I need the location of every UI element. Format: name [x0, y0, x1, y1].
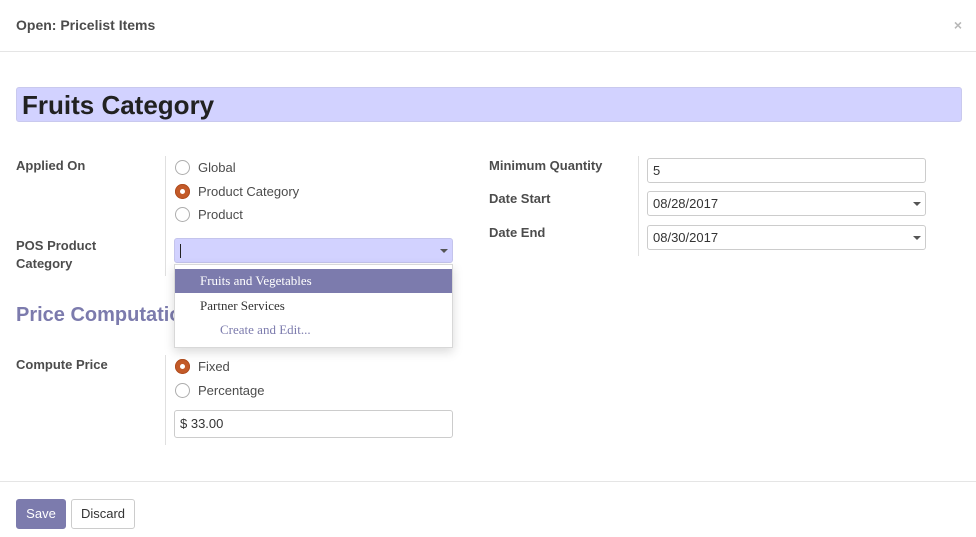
radio-label: Product Category [198, 183, 300, 199]
chevron-down-icon[interactable] [913, 202, 921, 206]
dialog-header: Open: Pricelist Items × [0, 0, 976, 52]
pos-category-label: POS Product Category [16, 237, 96, 273]
date-end-label: Date End [489, 225, 546, 240]
date-start-value: 08/28/2017 [653, 196, 719, 211]
date-end-value: 08/30/2017 [653, 230, 719, 245]
radio-unchecked-icon[interactable] [175, 206, 190, 222]
discard-button[interactable]: Discard [71, 499, 135, 529]
dropdown-item-partner-services[interactable]: Partner Services [175, 294, 452, 318]
radio-unchecked-icon[interactable] [175, 382, 190, 398]
field-divider [165, 156, 166, 276]
radio-checked-icon[interactable] [175, 183, 190, 199]
radio-label: Fixed [198, 358, 230, 374]
radio-checked-icon[interactable] [175, 358, 190, 374]
min-qty-input[interactable]: 5 [647, 158, 926, 183]
fixed-price-input[interactable]: $ 33.00 [174, 410, 453, 438]
field-divider [638, 156, 639, 256]
radio-label: Global [198, 159, 236, 175]
pos-category-input[interactable] [174, 238, 453, 263]
chevron-down-icon[interactable] [913, 236, 921, 240]
radio-product[interactable]: Product [175, 205, 243, 223]
radio-product-category[interactable]: Product Category [175, 182, 299, 200]
radio-unchecked-icon[interactable] [175, 159, 190, 175]
pos-category-label-line2: Category [16, 256, 73, 271]
date-end-input[interactable]: 08/30/2017 [647, 225, 926, 250]
pos-category-label-line1: POS Product [16, 238, 97, 253]
pos-category-dropdown: Fruits and Vegetables Partner Services C… [174, 264, 453, 348]
radio-percentage[interactable]: Percentage [175, 381, 265, 399]
radio-fixed[interactable]: Fixed [175, 357, 230, 375]
radio-label: Product [198, 206, 243, 222]
min-qty-value: 5 [653, 163, 661, 178]
chevron-down-icon[interactable] [440, 249, 448, 253]
price-computation-heading: Price Computation [16, 304, 194, 326]
applied-on-label: Applied On [16, 158, 86, 173]
dialog-footer: Save Discard [0, 481, 976, 537]
fixed-price-value: $ 33.00 [180, 416, 224, 431]
dialog-title: Open: Pricelist Items [16, 17, 156, 33]
radio-label: Percentage [198, 382, 265, 398]
date-start-label: Date Start [489, 191, 551, 206]
compute-price-label: Compute Price [16, 357, 108, 372]
date-start-input[interactable]: 08/28/2017 [647, 191, 926, 216]
field-divider [165, 355, 166, 445]
min-qty-label: Minimum Quantity [489, 158, 603, 173]
dropdown-item-fruits-and-vegetables[interactable]: Fruits and Vegetables [175, 269, 452, 293]
create-and-edit-option[interactable]: Create and Edit... [175, 318, 452, 342]
close-icon[interactable]: × [954, 17, 962, 33]
pricelist-item-name-field[interactable]: Fruits Category [16, 87, 962, 122]
text-cursor [180, 244, 181, 258]
radio-global[interactable]: Global [175, 158, 236, 176]
save-button[interactable]: Save [16, 499, 66, 529]
